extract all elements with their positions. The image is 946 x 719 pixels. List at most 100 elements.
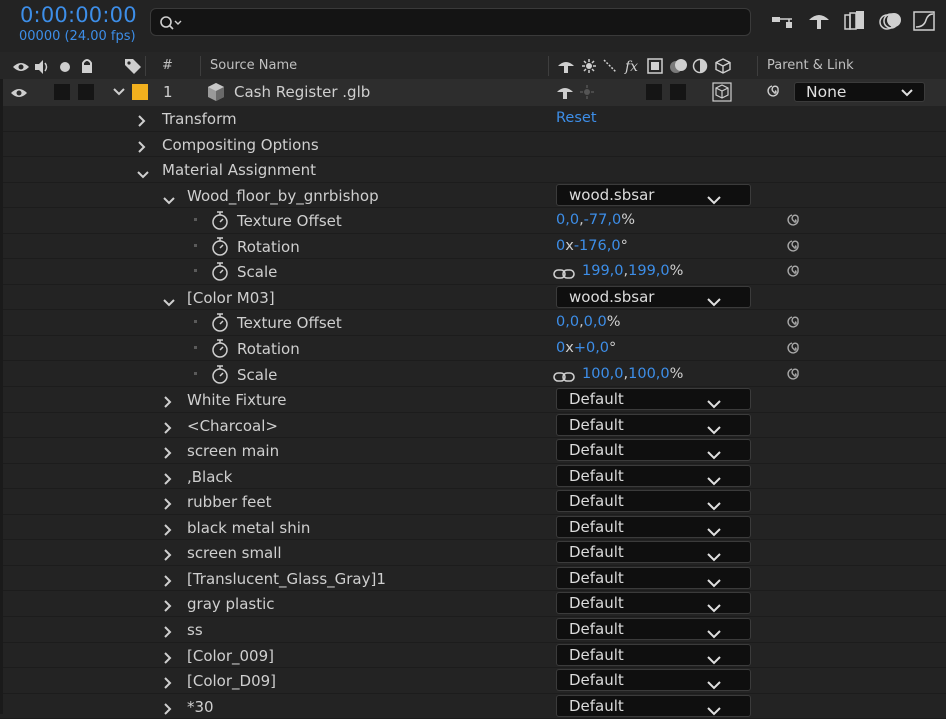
material-source-dropdown[interactable]: Default [556, 643, 751, 666]
material-row[interactable]: [Color_009] Default [0, 642, 946, 669]
shy-switch-icon[interactable] [556, 84, 574, 100]
shy-switch-icon[interactable] [557, 58, 575, 74]
lock-switch[interactable] [78, 84, 94, 100]
material-row[interactable]: [Color_D09] Default [0, 668, 946, 694]
link-icon[interactable] [553, 368, 575, 387]
chevron-down-icon[interactable] [136, 165, 150, 179]
eye-icon[interactable] [12, 61, 30, 73]
value-v2[interactable]: 100,0 [628, 366, 670, 382]
stopwatch-icon[interactable] [211, 364, 229, 389]
motion-blur-icon[interactable] [878, 10, 906, 36]
chevron-right-icon[interactable] [163, 623, 173, 638]
property-value[interactable]: 0x-176,0° [556, 238, 628, 254]
material-row[interactable]: Wood_floor_by_gnrbishop wood.sbsar [0, 182, 946, 209]
pickwhip-icon[interactable] [766, 83, 784, 101]
material-source-dropdown[interactable]: Default [556, 669, 751, 692]
3d-layer-icon[interactable] [712, 82, 732, 102]
eye-icon[interactable] [10, 87, 28, 99]
number-column-header[interactable]: # [162, 58, 173, 73]
flowchart-icon[interactable] [770, 10, 798, 36]
shy-icon[interactable] [806, 10, 834, 36]
lock-icon[interactable] [80, 58, 94, 74]
chevron-right-icon[interactable] [163, 444, 173, 459]
frame-blend-icon[interactable] [842, 10, 870, 36]
material-row[interactable]: *30 Default [0, 693, 946, 719]
material-source-dropdown[interactable]: Default [556, 592, 751, 615]
material-row[interactable]: [Color M03] wood.sbsar [0, 284, 946, 311]
property-row-scale[interactable]: Scale 100,0,100,0% [0, 361, 946, 389]
chevron-right-icon[interactable] [163, 393, 173, 408]
property-group-transform[interactable]: Transform Reset [0, 106, 946, 132]
audio-icon[interactable] [33, 59, 51, 75]
chevron-right-icon[interactable] [163, 649, 173, 664]
effects-icon[interactable]: fx [624, 57, 642, 75]
adjustment-layer-icon[interactable] [692, 58, 708, 74]
property-row-texture-offset[interactable]: Texture Offset 0,0,0,0% [0, 310, 946, 336]
value-v2[interactable]: 199,0 [628, 263, 670, 279]
material-source-dropdown[interactable]: Default [556, 515, 751, 538]
material-source-dropdown[interactable]: Default [556, 566, 751, 589]
material-row[interactable]: black metal shin Default [0, 514, 946, 541]
property-row-rotation[interactable]: Rotation 0x+0,0° [0, 335, 946, 363]
chevron-right-icon[interactable] [163, 546, 173, 562]
material-row[interactable]: <Charcoal> Default [0, 412, 946, 439]
motion-blur-switch[interactable] [646, 84, 662, 100]
label-color-swatch[interactable] [132, 84, 148, 100]
material-source-dropdown[interactable]: wood.sbsar [556, 183, 751, 206]
material-source-dropdown[interactable]: wood.sbsar [556, 285, 751, 308]
material-source-dropdown[interactable]: Default [556, 541, 751, 564]
material-source-dropdown[interactable]: Default [556, 464, 751, 487]
parent-dropdown[interactable]: None [794, 82, 925, 102]
material-source-dropdown[interactable]: Default [556, 413, 751, 436]
material-row[interactable]: gray plastic Default [0, 591, 946, 617]
chevron-right-icon[interactable] [163, 419, 173, 434]
value-v2[interactable]: 0,0 [584, 314, 607, 330]
material-source-dropdown[interactable]: Default [556, 439, 751, 462]
property-value[interactable]: 0,0,0,0% [556, 314, 621, 330]
label-icon[interactable] [124, 58, 142, 74]
material-row[interactable]: [Translucent_Glass_Gray]1 Default [0, 565, 946, 592]
value-v1[interactable]: 100,0 [582, 366, 624, 382]
pickwhip-icon[interactable] [786, 314, 804, 336]
collapse-transform-icon[interactable] [579, 84, 595, 100]
stopwatch-icon[interactable] [211, 262, 229, 286]
property-row-rotation[interactable]: Rotation 0x-176,0° [0, 233, 946, 261]
property-row-texture-offset[interactable]: Texture Offset 0,0,-77,0% [0, 208, 946, 234]
search-input[interactable] [150, 8, 751, 36]
value-v2[interactable]: -77,0 [584, 212, 622, 228]
solo-switch[interactable] [54, 84, 70, 100]
property-value[interactable]: 100,0,100,0% [582, 366, 683, 382]
chevron-down-icon[interactable] [162, 293, 176, 307]
pickwhip-icon[interactable] [786, 212, 804, 234]
chevron-right-icon[interactable] [163, 470, 173, 485]
layer-name[interactable]: Cash Register .glb [234, 83, 370, 101]
motion-blur-switch-icon[interactable] [668, 57, 690, 75]
source-name-column-header[interactable]: Source Name [210, 58, 297, 73]
chevron-right-icon[interactable] [163, 700, 173, 715]
material-row[interactable]: screen small Default [0, 540, 946, 566]
current-time-display[interactable]: 0:00:00:00 [20, 3, 137, 27]
property-value[interactable]: 199,0,199,0% [582, 263, 683, 279]
value-v2[interactable]: +0,0 [574, 340, 609, 356]
layer-row[interactable]: 1 Cash Register .glb None [0, 79, 946, 106]
link-icon[interactable] [553, 265, 575, 284]
chevron-right-icon[interactable] [163, 597, 173, 613]
adjustment-switch[interactable] [670, 84, 686, 100]
value-v1[interactable]: 199,0 [582, 263, 624, 279]
graph-editor-icon[interactable] [912, 10, 940, 36]
value-v1[interactable]: 0,0 [556, 212, 579, 228]
material-source-dropdown[interactable]: Default [556, 618, 751, 640]
material-source-dropdown[interactable]: Default [556, 388, 751, 411]
chevron-right-icon[interactable] [163, 572, 173, 587]
property-group-material-assignment[interactable]: Material Assignment [0, 157, 946, 183]
3d-layer-icon[interactable] [715, 58, 731, 74]
stopwatch-icon[interactable] [211, 339, 229, 363]
stopwatch-icon[interactable] [211, 211, 229, 235]
stopwatch-icon[interactable] [211, 237, 229, 261]
value-v1[interactable]: 0 [556, 340, 565, 356]
solo-icon[interactable] [59, 61, 71, 73]
parent-link-column-header[interactable]: Parent & Link [767, 58, 854, 73]
chevron-right-icon[interactable] [137, 138, 147, 153]
stopwatch-icon[interactable] [211, 313, 229, 337]
chevron-right-icon[interactable] [163, 495, 173, 510]
